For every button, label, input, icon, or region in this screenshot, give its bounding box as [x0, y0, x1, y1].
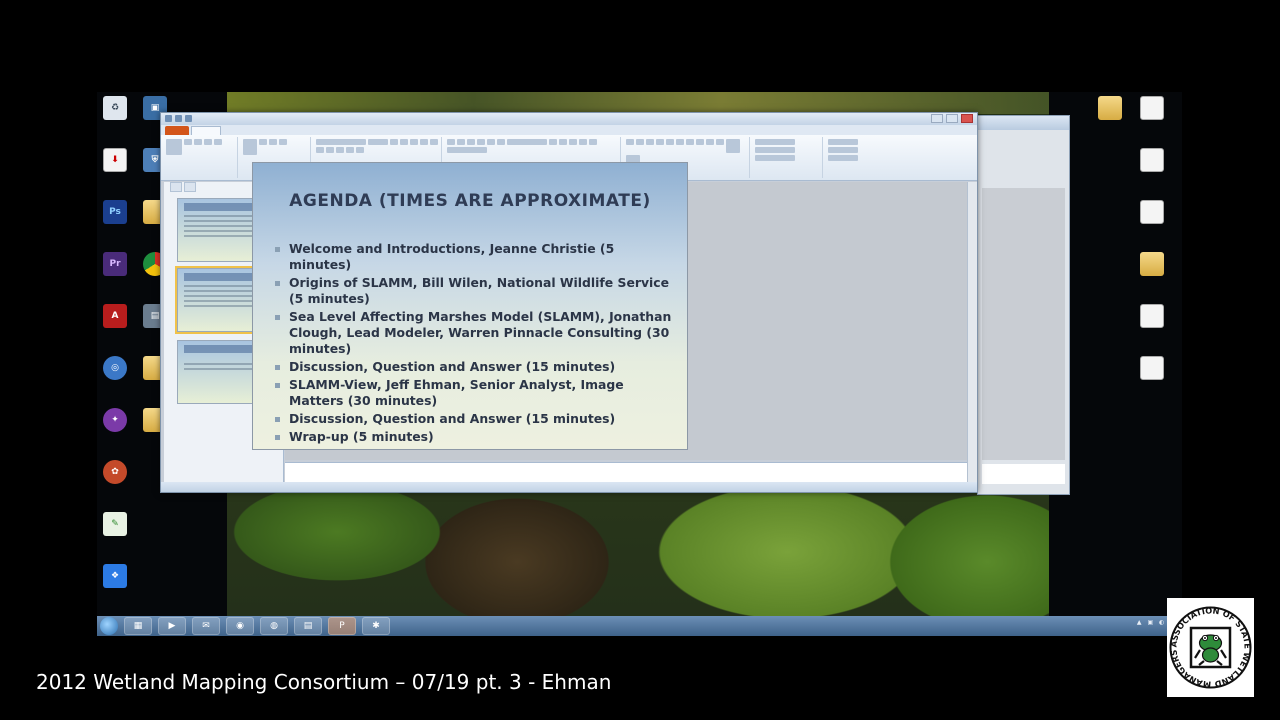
quick-access-toolbar[interactable] — [165, 115, 192, 122]
tab-home[interactable] — [191, 126, 221, 135]
app-taskbar-icon[interactable]: ◉ — [226, 617, 254, 635]
background-window-footer — [982, 464, 1065, 484]
document-icon[interactable] — [1134, 304, 1170, 328]
tab-slide-show[interactable] — [369, 126, 409, 135]
agenda-item: Discussion, Question and Answer (15 minu… — [273, 411, 677, 427]
start-button[interactable] — [100, 617, 118, 635]
background-window-titlebar[interactable] — [978, 116, 1069, 130]
background-window-content — [982, 188, 1065, 460]
tab-review[interactable] — [411, 126, 439, 135]
document-icon[interactable] — [1134, 148, 1170, 172]
redo-icon[interactable] — [185, 115, 192, 122]
maximize-button[interactable] — [946, 114, 958, 123]
evernote-icon[interactable]: ✎ — [97, 512, 133, 536]
agenda-item: SLAMM-View, Jeff Ehman, Senior Analyst, … — [273, 377, 677, 409]
tab-animations[interactable] — [327, 126, 367, 135]
explorer-taskbar-icon[interactable]: ▦ — [124, 617, 152, 635]
tab-transitions[interactable] — [285, 126, 325, 135]
powerpoint-taskbar-icon[interactable]: P — [328, 617, 356, 635]
document-icon[interactable] — [1134, 200, 1170, 224]
premiere-icon[interactable]: Pr — [97, 252, 133, 276]
video-caption: 2012 Wetland Mapping Consortium – 07/19 … — [36, 670, 612, 694]
taskbar[interactable]: ▦ ▶ ✉ ◉ ◍ ▤ P ✱ ▲ ▣ ◐ ♪ — [97, 616, 1182, 636]
agenda-item: Origins of SLAMM, Bill Wilen, National W… — [273, 275, 677, 307]
media-player-taskbar-icon[interactable]: ▶ — [158, 617, 186, 635]
tab-file[interactable] — [165, 126, 189, 135]
game-app-icon[interactable]: ✿ — [97, 460, 133, 484]
photoshop-icon[interactable]: Ps — [97, 200, 133, 224]
agenda-item: Discussion, Question and Answer (15 minu… — [273, 359, 677, 375]
acrobat-reader-icon[interactable]: A — [97, 304, 133, 328]
tab-view[interactable] — [441, 126, 467, 135]
minimize-button[interactable] — [931, 114, 943, 123]
media-app-icon[interactable]: ✦ — [97, 408, 133, 432]
pdf-document-icon[interactable]: ⬇ — [97, 148, 133, 172]
slide-title: AGENDA (TIMES ARE APPROXIMATE) — [289, 191, 651, 211]
recycle-bin-icon[interactable]: ♻ — [97, 96, 133, 120]
tab-design[interactable] — [253, 126, 283, 135]
outlook-taskbar-icon[interactable]: ✉ — [192, 617, 220, 635]
status-bar — [161, 482, 977, 492]
network-icon[interactable]: ◎ — [97, 356, 133, 380]
vertical-scrollbar[interactable] — [967, 182, 977, 482]
powerpoint-titlebar[interactable] — [161, 113, 977, 125]
agenda-item: Sea Level Affecting Marshes Model (SLAMM… — [273, 309, 677, 357]
folder-taskbar-icon[interactable]: ▤ — [294, 617, 322, 635]
document-icon[interactable] — [1134, 96, 1170, 120]
folder-icon[interactable] — [1134, 252, 1170, 276]
agenda-item: Welcome and Introductions, Jeanne Christ… — [273, 241, 677, 273]
folder-icon[interactable] — [1092, 96, 1128, 120]
notes-pane[interactable] — [285, 462, 967, 482]
undo-icon[interactable] — [175, 115, 182, 122]
chrome-taskbar-icon[interactable]: ◍ — [260, 617, 288, 635]
tab-slides[interactable] — [170, 182, 182, 192]
agenda-list: Welcome and Introductions, Jeanne Christ… — [273, 241, 677, 447]
window-controls[interactable] — [931, 114, 973, 123]
frog-seal-icon: ASSOCIATION OF STATE WETLAND MANAGERS — [1168, 605, 1252, 689]
clipboard-group[interactable] — [164, 137, 238, 178]
editing-group[interactable] — [826, 137, 882, 178]
network-taskbar-icon[interactable]: ✱ — [362, 617, 390, 635]
tab-outline[interactable] — [184, 182, 196, 192]
document-icon[interactable] — [1134, 356, 1170, 380]
agenda-slide: AGENDA (TIMES ARE APPROXIMATE) Welcome a… — [252, 162, 688, 450]
background-window-strip — [227, 92, 1049, 114]
agenda-item: Wrap-up (5 minutes) — [273, 429, 677, 445]
save-icon[interactable] — [165, 115, 172, 122]
close-button[interactable] — [961, 114, 973, 123]
aswm-logo: ASSOCIATION OF STATE WETLAND MANAGERS — [1167, 598, 1254, 697]
ribbon-tabs[interactable] — [161, 125, 977, 135]
background-window[interactable] — [977, 115, 1070, 495]
shape-style-group[interactable] — [753, 137, 823, 178]
tab-insert[interactable] — [223, 126, 251, 135]
dropbox-icon[interactable]: ❖ — [97, 564, 133, 588]
